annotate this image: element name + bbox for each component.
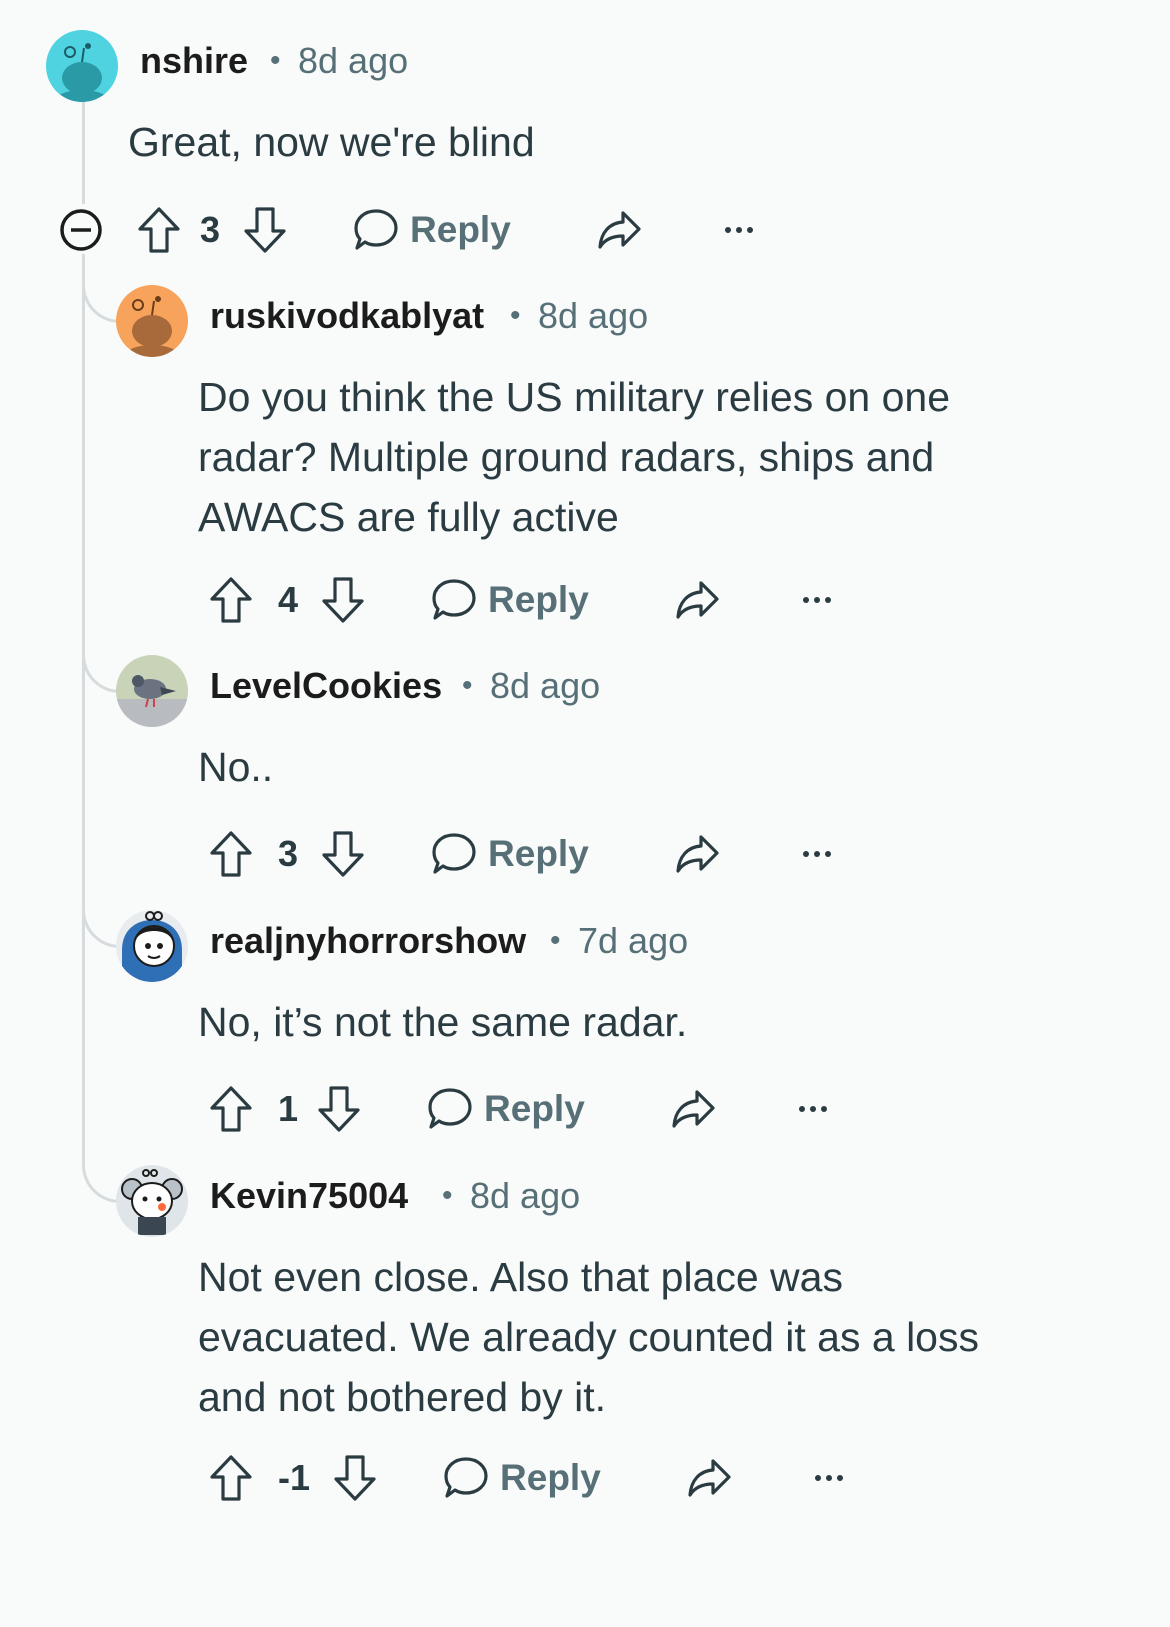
comment: ruskivodkablyat • 8d ago Do you think th… <box>0 270 1170 640</box>
share-icon[interactable] <box>673 831 721 877</box>
downvote-icon[interactable] <box>332 1453 378 1503</box>
comment-body: Great, now we're blind <box>128 119 535 165</box>
downvote-icon[interactable] <box>320 829 366 879</box>
separator-dot: • <box>270 44 281 77</box>
timestamp: 8d ago <box>298 40 409 81</box>
upvote-icon[interactable] <box>208 1084 254 1134</box>
comment-body: Not even close. Also that place was evac… <box>198 1254 979 1420</box>
comment: LevelCookies • 8d ago No.. 3 Reply <box>0 640 1170 895</box>
downvote-icon[interactable] <box>242 205 288 255</box>
username[interactable]: ruskivodkablyat <box>210 295 484 337</box>
separator-dot: • <box>462 669 473 702</box>
timestamp: 8d ago <box>490 665 601 706</box>
share-icon[interactable] <box>669 1086 717 1132</box>
separator-dot: • <box>442 1179 453 1212</box>
score: 3 <box>278 833 299 874</box>
comment: Kevin75004 • 8d ago Not even close. Also… <box>0 1150 1170 1627</box>
score: 3 <box>200 209 221 250</box>
action-bar: 4 Reply <box>208 568 833 632</box>
reply-label: Reply <box>488 579 589 620</box>
action-bar: 3 Reply <box>58 198 755 262</box>
upvote-icon[interactable] <box>208 575 254 625</box>
timestamp: 7d ago <box>578 920 689 961</box>
timestamp: 8d ago <box>470 1175 581 1216</box>
reply-icon <box>352 206 400 254</box>
separator-dot: • <box>550 924 561 957</box>
share-icon[interactable] <box>673 577 721 623</box>
collapse-icon[interactable] <box>58 207 104 253</box>
upvote-icon[interactable] <box>136 205 182 255</box>
reply-icon <box>430 830 478 878</box>
reply-button[interactable]: Reply <box>352 206 511 254</box>
reply-icon <box>430 576 478 624</box>
comment-body: No.. <box>198 744 274 790</box>
reply-icon <box>442 1454 490 1502</box>
more-icon[interactable] <box>801 849 833 859</box>
more-icon[interactable] <box>797 1104 829 1114</box>
downvote-icon[interactable] <box>316 1084 362 1134</box>
action-bar: -1 Reply <box>208 1446 845 1510</box>
avatar[interactable] <box>116 655 188 727</box>
upvote-icon[interactable] <box>208 829 254 879</box>
reply-label: Reply <box>410 209 511 250</box>
comment-body: Do you think the US military relies on o… <box>198 374 951 540</box>
separator-dot: • <box>510 299 521 332</box>
upvote-icon[interactable] <box>208 1453 254 1503</box>
comment: realjnyhorrorshow • 7d ago No, it’s not … <box>0 895 1170 1150</box>
more-icon[interactable] <box>801 595 833 605</box>
avatar[interactable] <box>116 910 188 982</box>
score: -1 <box>278 1457 311 1498</box>
username[interactable]: nshire <box>140 40 248 82</box>
reply-icon <box>426 1085 474 1133</box>
downvote-icon[interactable] <box>320 575 366 625</box>
score: 4 <box>278 579 299 620</box>
action-bar: 1 Reply <box>208 1077 829 1141</box>
reply-button[interactable]: Reply <box>426 1085 585 1133</box>
timestamp: 8d ago <box>538 295 649 336</box>
more-icon[interactable] <box>723 225 755 235</box>
reply-label: Reply <box>484 1088 585 1129</box>
reply-button[interactable]: Reply <box>430 576 589 624</box>
avatar[interactable] <box>116 1165 188 1237</box>
avatar[interactable] <box>46 30 118 102</box>
reply-label: Reply <box>488 833 589 874</box>
reply-label: Reply <box>500 1457 601 1498</box>
username[interactable]: LevelCookies <box>210 665 442 707</box>
username[interactable]: Kevin75004 <box>210 1175 408 1217</box>
reply-button[interactable]: Reply <box>430 830 589 878</box>
avatar[interactable] <box>116 285 188 357</box>
username[interactable]: realjnyhorrorshow <box>210 920 526 962</box>
reply-button[interactable]: Reply <box>442 1454 601 1502</box>
more-icon[interactable] <box>813 1473 845 1483</box>
comment: nshire • 8d ago Great, now we're blind 3… <box>0 0 1170 270</box>
share-icon[interactable] <box>685 1455 733 1501</box>
share-icon[interactable] <box>595 207 643 253</box>
comment-body: No, it’s not the same radar. <box>198 999 688 1045</box>
action-bar: 3 Reply <box>208 822 833 886</box>
score: 1 <box>278 1088 299 1129</box>
